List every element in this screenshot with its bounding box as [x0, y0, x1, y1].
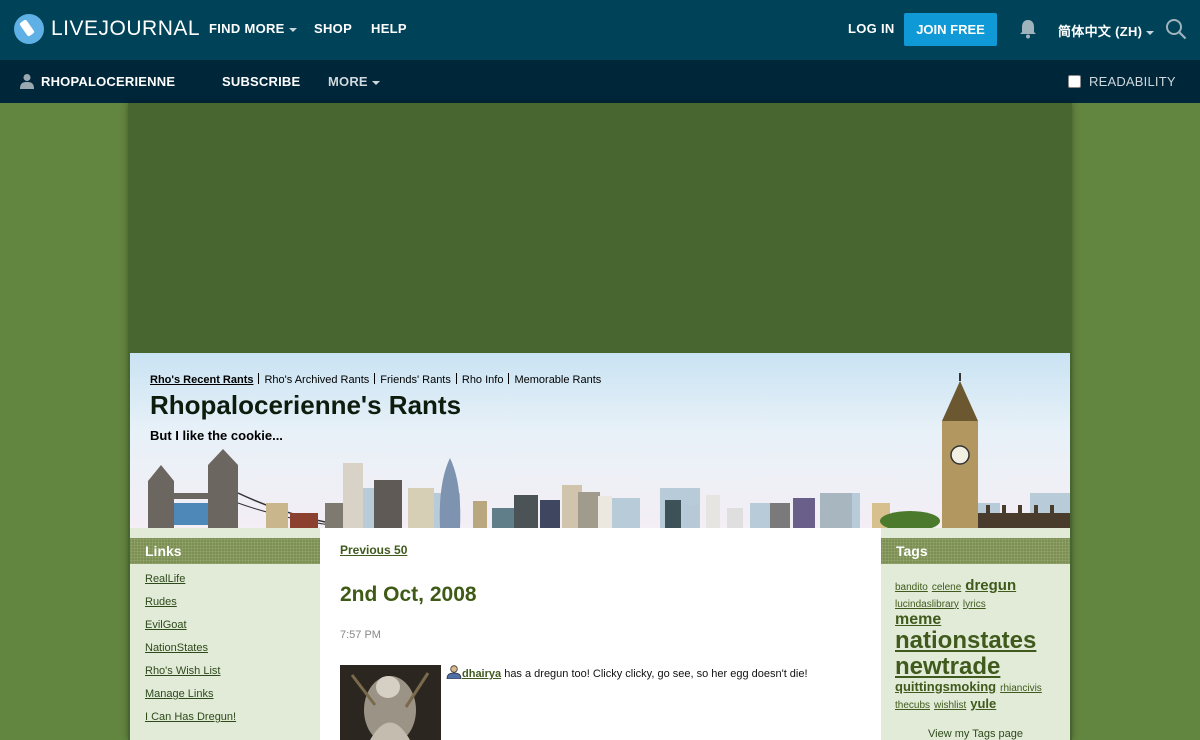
link-rudes[interactable]: Rudes [145, 595, 320, 618]
nav-recent-rants[interactable]: Rho's Recent Rants [150, 374, 253, 386]
journal-bar: RHOPALOCERIENNE SUBSCRIBE MORE READABILI… [0, 60, 1200, 103]
livejournal-logo[interactable]: LIVEJOURNAL [14, 14, 200, 44]
tag-rhiancivis[interactable]: rhiancivis [1000, 683, 1042, 695]
nav-find-more-label: FIND MORE [209, 21, 285, 36]
nav-find-more[interactable]: FIND MORE [209, 21, 297, 36]
nav-archived-rants[interactable]: Rho's Archived Rants [264, 374, 369, 386]
nav-shop[interactable]: SHOP [314, 21, 352, 36]
nav-memorable-rants[interactable]: Memorable Rants [514, 374, 601, 386]
link-nationstates[interactable]: NationStates [145, 641, 320, 664]
more-menu[interactable]: MORE [328, 74, 380, 89]
login-link[interactable]: LOG IN [848, 21, 895, 36]
journal-username[interactable]: RHOPALOCERIENNE [41, 74, 175, 89]
more-label: MORE [328, 74, 368, 89]
link-evilgoat[interactable]: EvilGoat [145, 618, 320, 641]
nav-help[interactable]: HELP [371, 21, 407, 36]
tag-yule[interactable]: yule [970, 696, 996, 711]
chevron-down-icon [1146, 30, 1155, 35]
view-tags-link[interactable]: View my Tags page [928, 728, 1023, 740]
link-manage-links[interactable]: Manage Links [145, 687, 320, 710]
links-list: RealLife Rudes EvilGoat NationStates Rho… [130, 564, 320, 733]
post-body: dhairya has a dregun too! Clicky clicky,… [446, 665, 808, 680]
logo-text: LIVEJOURNAL [51, 17, 201, 40]
nav-separator [258, 373, 260, 384]
tag-cloud: bandito celene dregun lucindaslibrary lyric… [895, 578, 1065, 712]
user-icon [20, 74, 34, 89]
tags-top-margin [881, 528, 1070, 538]
header-navigation: Rho's Recent Rants Rho's Archived Rants Fr… [150, 373, 601, 386]
dragon-artwork-image [340, 665, 441, 740]
link-reallife[interactable]: RealLife [145, 572, 320, 595]
tag-wishlist[interactable]: wishlist [934, 700, 966, 712]
tag-bandito[interactable]: bandito [895, 582, 928, 594]
tag-quittingsmoking[interactable]: quittingsmoking [895, 680, 996, 694]
tag-celene[interactable]: celene [932, 582, 961, 594]
blog-subtitle: But I like the cookie... [150, 428, 283, 443]
livejournal-logo-icon [14, 14, 44, 44]
previous-50-link[interactable]: Previous 50 [340, 543, 407, 557]
tag-meme[interactable]: meme [895, 611, 941, 629]
chevron-down-icon [371, 80, 380, 85]
chevron-down-icon [288, 27, 297, 32]
nav-rho-info[interactable]: Rho Info [462, 374, 504, 386]
blog-header: Rho's Recent Rants Rho's Archived Rants Fr… [130, 353, 1070, 528]
language-label: 简体中文 (ZH) [1058, 24, 1143, 39]
tag-newtrade[interactable]: newtrade [895, 653, 1000, 678]
blog-title: Rhopalocerienne's Rants [150, 390, 462, 420]
readability-checkbox[interactable] [1068, 75, 1081, 88]
links-title: Links [130, 538, 320, 564]
nav-separator [508, 373, 510, 384]
main-content: Previous 50 2nd Oct, 2008 7:57 PM dhairy… [320, 528, 881, 740]
post-text: has a dregun too! Clicky clicky, go see,… [501, 668, 808, 680]
links-sidebar: Links RealLife Rudes EvilGoat NationStat… [130, 538, 320, 740]
readability-label[interactable]: READABILITY [1089, 74, 1176, 89]
nav-separator [374, 373, 376, 384]
post-time: 7:57 PM [340, 629, 381, 641]
user-profile-icon[interactable] [446, 665, 462, 679]
nav-separator [455, 373, 457, 384]
tag-nationstates[interactable]: nationstates [895, 628, 1036, 653]
nav-friends-rants[interactable]: Friends' Rants [380, 374, 451, 386]
link-wish-list[interactable]: Rho's Wish List [145, 664, 320, 687]
link-i-can-has-dregun[interactable]: I Can Has Dregun! [145, 710, 320, 733]
post-date: 2nd Oct, 2008 [340, 583, 477, 606]
post-user-link[interactable]: dhairya [462, 668, 501, 680]
links-top-margin [130, 528, 320, 538]
tags-title: Tags [881, 538, 1070, 564]
top-navigation-bar: LIVEJOURNAL FIND MORE SHOP HELP LOG IN J… [0, 0, 1200, 60]
tag-lucindaslibrary[interactable]: lucindaslibrary [895, 599, 959, 611]
tags-sidebar: Tags bandito celene dregun lucindaslibrary… [881, 538, 1070, 740]
language-selector[interactable]: 简体中文 (ZH) [1058, 21, 1155, 40]
subscribe-button[interactable]: SUBSCRIBE [222, 74, 300, 89]
search-icon[interactable] [1165, 18, 1187, 40]
tag-thecubs[interactable]: thecubs [895, 700, 930, 712]
join-free-button[interactable]: JOIN FREE [904, 13, 997, 46]
post-image[interactable] [340, 665, 441, 740]
tag-lyrics[interactable]: lyrics [963, 599, 986, 611]
tag-dregun[interactable]: dregun [965, 578, 1016, 594]
bell-icon[interactable] [1019, 19, 1037, 39]
